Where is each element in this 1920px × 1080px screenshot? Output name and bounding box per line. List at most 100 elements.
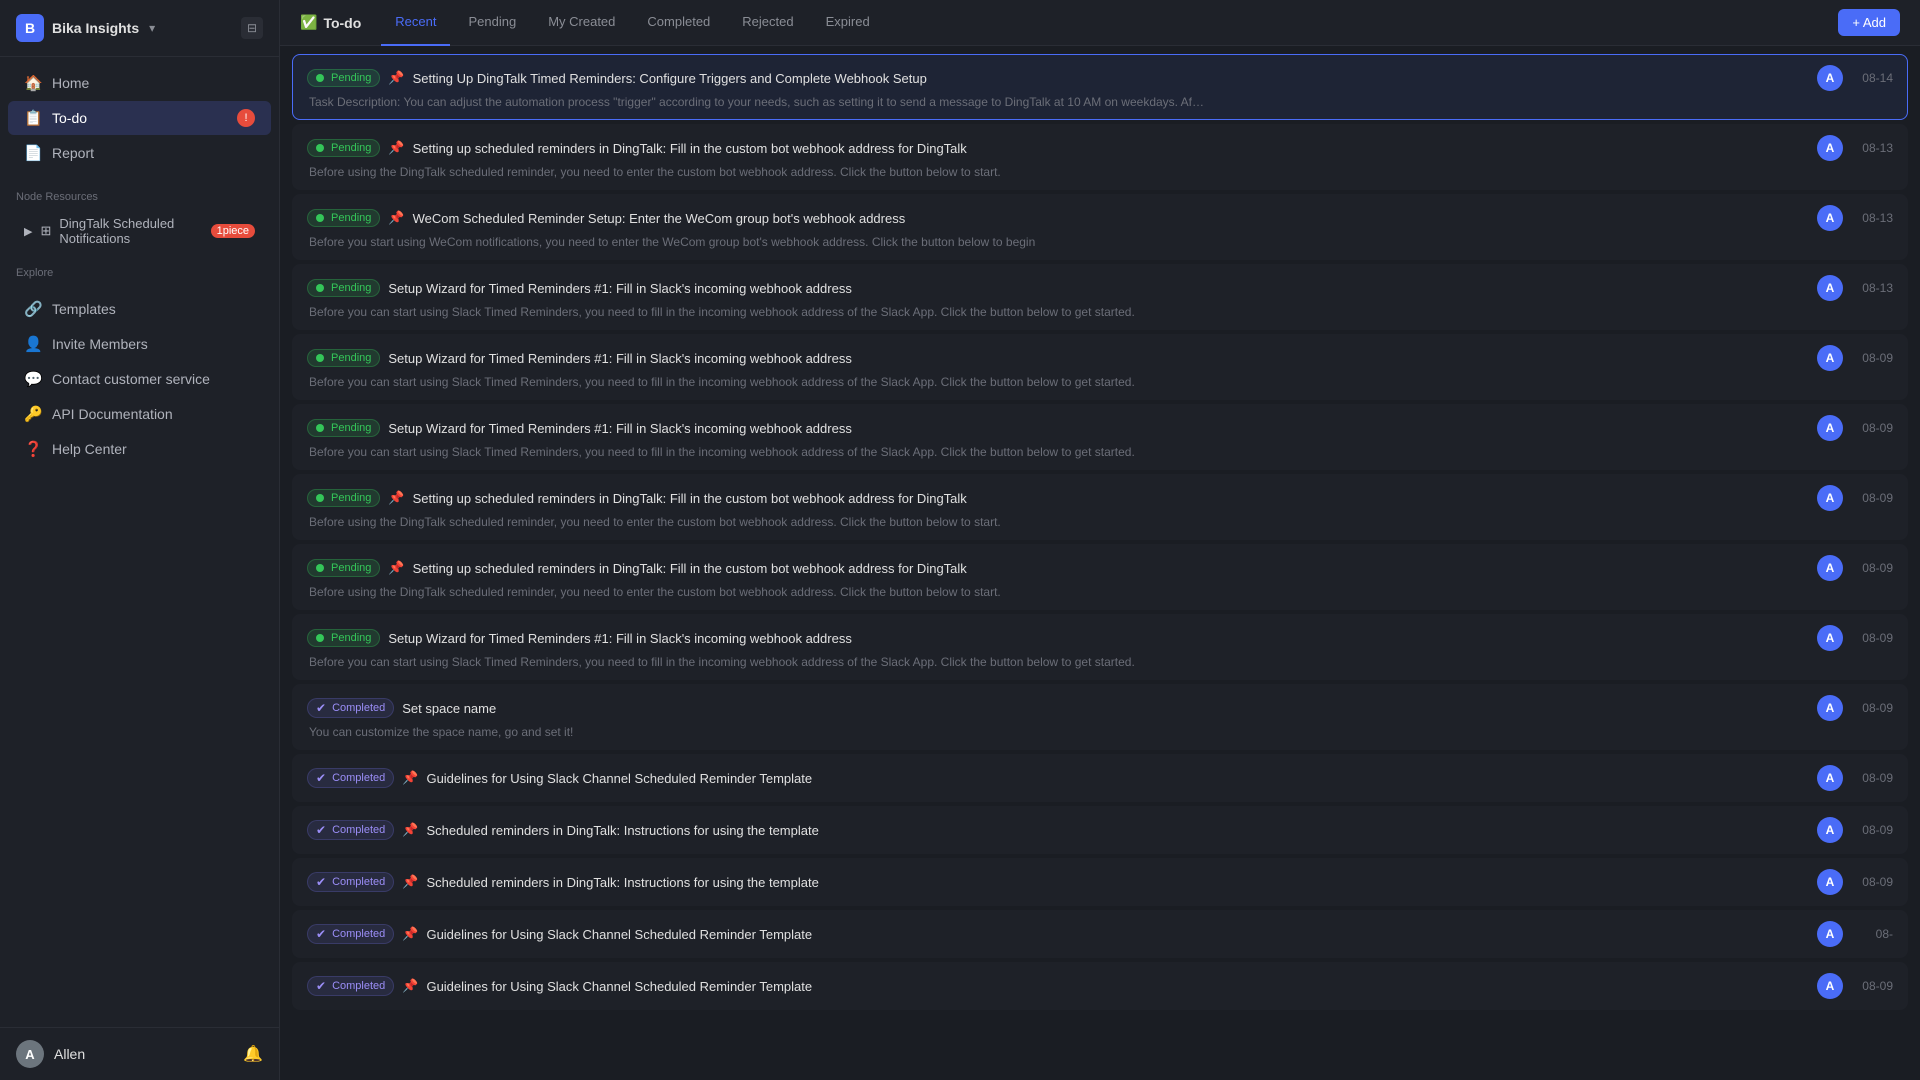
task-desc: Before using the DingTalk scheduled remi… (307, 515, 1207, 529)
task-item[interactable]: ✔Completed 📌 Guidelines for Using Slack … (292, 910, 1908, 958)
sidebar-item-contact[interactable]: 💬 Contact customer service (8, 362, 271, 396)
task-title: Guidelines for Using Slack Channel Sched… (426, 927, 1809, 942)
sidebar-item-invite[interactable]: 👤 Invite Members (8, 327, 271, 361)
task-item[interactable]: ✔Completed Set space name A 08-09 You ca… (292, 684, 1908, 750)
task-avatar: A (1817, 765, 1843, 791)
status-badge: ✔Completed (307, 976, 394, 996)
task-date: 08-13 (1853, 281, 1893, 295)
sidebar-item-report[interactable]: 📄 Report (8, 136, 271, 170)
task-date: 08-09 (1853, 631, 1893, 645)
task-title: Setup Wizard for Timed Reminders #1: Fil… (388, 631, 1809, 646)
task-item[interactable]: ✔Completed 📌 Guidelines for Using Slack … (292, 962, 1908, 1010)
sidebar-item-api[interactable]: 🔑 API Documentation (8, 397, 271, 431)
sidebar-item-templates[interactable]: 🔗 Templates (8, 292, 271, 326)
task-title: Setup Wizard for Timed Reminders #1: Fil… (388, 351, 1809, 366)
task-date: 08-09 (1853, 979, 1893, 993)
pin-icon: 📌 (388, 70, 404, 86)
tab-rejected[interactable]: Rejected (728, 0, 807, 46)
task-avatar: A (1817, 485, 1843, 511)
pin-icon: 📌 (388, 210, 404, 226)
task-date: 08- (1853, 927, 1893, 941)
status-badge: ✔Completed (307, 698, 394, 718)
task-date: 08-09 (1853, 561, 1893, 575)
sidebar-item-help-label: Help Center (52, 441, 127, 457)
tab-my-created[interactable]: My Created (534, 0, 629, 46)
task-date: 08-09 (1853, 771, 1893, 785)
tab-completed[interactable]: Completed (633, 0, 724, 46)
sidebar-item-todo-label: To-do (52, 110, 87, 126)
grid-icon: ⊞ (40, 223, 51, 239)
todo-title-icon: ✅ (300, 14, 317, 31)
contact-icon: 💬 (24, 370, 42, 388)
report-icon: 📄 (24, 144, 42, 162)
workspace-icon: B (16, 14, 44, 42)
sidebar-item-api-label: API Documentation (52, 406, 173, 422)
task-desc: Before using the DingTalk scheduled remi… (307, 165, 1207, 179)
sidebar-item-invite-label: Invite Members (52, 336, 148, 352)
task-item[interactable]: Pending Setup Wizard for Timed Reminders… (292, 614, 1908, 680)
task-item[interactable]: Pending 📌 Setting up scheduled reminders… (292, 544, 1908, 610)
status-badge: ✔Completed (307, 872, 394, 892)
notification-icon[interactable]: 🔔 (243, 1044, 263, 1064)
task-title: Setting Up DingTalk Timed Reminders: Con… (413, 71, 1809, 86)
tab-recent[interactable]: Recent (381, 0, 450, 46)
sidebar-item-todo[interactable]: 📋 To-do ! (8, 101, 271, 135)
task-item[interactable]: Pending Setup Wizard for Timed Reminders… (292, 404, 1908, 470)
task-item[interactable]: Pending Setup Wizard for Timed Reminders… (292, 264, 1908, 330)
pin-icon: 📌 (388, 140, 404, 156)
task-item[interactable]: Pending 📌 Setting up scheduled reminders… (292, 124, 1908, 190)
task-avatar: A (1817, 205, 1843, 231)
task-list: Pending 📌 Setting Up DingTalk Timed Remi… (280, 46, 1920, 1080)
help-icon: ❓ (24, 440, 42, 458)
node-resources-label: Node Resources (0, 179, 279, 207)
task-date: 08-09 (1853, 491, 1893, 505)
task-title: Setting up scheduled reminders in DingTa… (413, 491, 1809, 506)
task-date: 08-13 (1853, 211, 1893, 225)
tab-pending[interactable]: Pending (454, 0, 530, 46)
task-item[interactable]: Pending Setup Wizard for Timed Reminders… (292, 334, 1908, 400)
task-item[interactable]: ✔Completed 📌 Scheduled reminders in Ding… (292, 858, 1908, 906)
status-badge: ✔Completed (307, 820, 394, 840)
sidebar-item-home[interactable]: 🏠 Home (8, 66, 271, 100)
add-button[interactable]: + Add (1838, 9, 1900, 36)
dingtalk-badge: 1piece (211, 224, 255, 238)
task-desc: Before you can start using Slack Timed R… (307, 375, 1207, 389)
task-item[interactable]: Pending 📌 WeCom Scheduled Reminder Setup… (292, 194, 1908, 260)
status-badge: Pending (307, 209, 380, 227)
sidebar-header: B Bika Insights ▾ ⊟ (0, 0, 279, 57)
main-content: ✅ To-do Recent Pending My Created Comple… (280, 0, 1920, 1080)
collapse-sidebar-button[interactable]: ⊟ (241, 17, 263, 39)
status-badge: Pending (307, 349, 380, 367)
status-badge: Pending (307, 629, 380, 647)
task-desc: Before you can start using Slack Timed R… (307, 445, 1207, 459)
task-item[interactable]: ✔Completed 📌 Scheduled reminders in Ding… (292, 806, 1908, 854)
sidebar-nav: 🏠 Home 📋 To-do ! 📄 Report (0, 57, 279, 179)
tab-expired[interactable]: Expired (812, 0, 884, 46)
task-date: 08-09 (1853, 875, 1893, 889)
status-badge: Pending (307, 419, 380, 437)
task-date: 08-09 (1853, 701, 1893, 715)
explore-label: Explore (0, 255, 279, 283)
pin-icon: 📌 (388, 490, 404, 506)
task-item[interactable]: Pending 📌 Setting up scheduled reminders… (292, 474, 1908, 540)
sidebar-item-home-label: Home (52, 75, 89, 91)
top-bar: ✅ To-do Recent Pending My Created Comple… (280, 0, 1920, 46)
task-title: Scheduled reminders in DingTalk: Instruc… (426, 823, 1809, 838)
task-avatar: A (1817, 555, 1843, 581)
avatar: A (16, 1040, 44, 1068)
sidebar: B Bika Insights ▾ ⊟ 🏠 Home 📋 To-do ! 📄 R… (0, 0, 280, 1080)
task-title: Set space name (402, 701, 1809, 716)
task-item[interactable]: Pending 📌 Setting Up DingTalk Timed Remi… (292, 54, 1908, 120)
task-title: Guidelines for Using Slack Channel Sched… (426, 771, 1809, 786)
sidebar-item-contact-label: Contact customer service (52, 371, 210, 387)
workspace-chevron-icon: ▾ (149, 21, 155, 35)
task-desc: Before you can start using Slack Timed R… (307, 655, 1207, 669)
sidebar-item-help[interactable]: ❓ Help Center (8, 432, 271, 466)
status-badge: ✔Completed (307, 768, 394, 788)
task-item[interactable]: ✔Completed 📌 Guidelines for Using Slack … (292, 754, 1908, 802)
status-badge: Pending (307, 279, 380, 297)
sidebar-item-dingtalk[interactable]: ▶ ⊞ DingTalk Scheduled Notifications 1pi… (8, 208, 271, 254)
task-date: 08-09 (1853, 823, 1893, 837)
task-avatar: A (1817, 275, 1843, 301)
task-avatar: A (1817, 869, 1843, 895)
